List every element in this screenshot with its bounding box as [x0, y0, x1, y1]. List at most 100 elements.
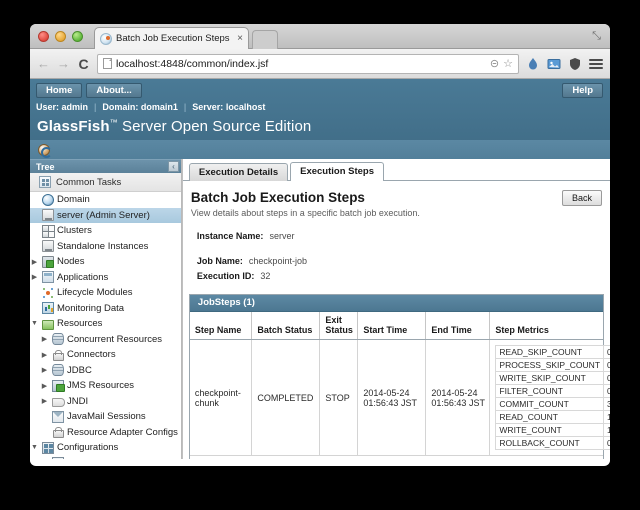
- sidebar-item-domain[interactable]: –Domain: [30, 192, 181, 208]
- chevron-right-icon[interactable]: ▶: [40, 351, 49, 359]
- res-icon: [42, 318, 54, 330]
- address-bar[interactable]: localhost:4848/common/index.jsf ⊝ ☆: [97, 54, 519, 74]
- bookmark-star-icon[interactable]: ☆: [503, 57, 513, 70]
- metric-name: READ_COUNT: [496, 411, 604, 424]
- sidebar-item-resources[interactable]: ▼ Resources: [30, 316, 181, 332]
- conn-icon: [52, 426, 64, 438]
- sidebar-item-nodes[interactable]: ▶Nodes: [30, 254, 181, 270]
- sidebar-item-label: JavaMail Sessions: [67, 411, 146, 422]
- forward-icon[interactable]: →: [57, 56, 70, 71]
- metric-row: READ_COUNT12: [496, 411, 610, 424]
- server-icon: [42, 240, 54, 252]
- metric-value: 0: [604, 359, 610, 372]
- sidebar-item-default-config[interactable]: ▶default-config: [30, 456, 181, 459]
- column-start-time[interactable]: Start Time: [358, 312, 426, 340]
- metric-name: READ_SKIP_COUNT: [496, 346, 604, 359]
- sidebar-item-clusters[interactable]: –Clusters: [30, 223, 181, 239]
- sidebar-item-standalone-instances[interactable]: –Standalone Instances: [30, 239, 181, 255]
- metric-row: PROCESS_SKIP_COUNT0: [496, 359, 610, 372]
- metric-value: 3: [604, 398, 610, 411]
- chevron-right-icon[interactable]: ▶: [40, 397, 49, 405]
- user-label: User:: [36, 102, 59, 112]
- metric-row: ROLLBACK_COUNT0: [496, 437, 610, 450]
- column-exit-status[interactable]: Exit Status: [320, 312, 358, 340]
- browser-tab[interactable]: Batch Job Execution Steps ×: [94, 27, 249, 49]
- nav-home-button[interactable]: Home: [36, 83, 82, 98]
- sidebar-item-configurations[interactable]: ▼Configurations: [30, 440, 181, 456]
- tree-leaf-marker: –: [40, 429, 49, 436]
- reload-icon[interactable]: C: [77, 56, 90, 72]
- column-end-time[interactable]: End Time: [426, 312, 490, 340]
- sidebar-item-label: Common Tasks: [56, 177, 121, 188]
- sidebar-item-label: Resources: [57, 318, 102, 329]
- jobsteps-table: Step Name Batch Status Exit Status Start…: [190, 312, 603, 456]
- sidebar-item-jms-resources[interactable]: ▶JMS Resources: [30, 378, 181, 394]
- sidebar-item-monitoring-data[interactable]: –Monitoring Data: [30, 301, 181, 317]
- chevron-down-icon[interactable]: ▼: [30, 320, 39, 327]
- url-text: localhost:4848/common/index.jsf: [116, 58, 486, 70]
- back-button[interactable]: Back: [562, 190, 602, 206]
- content-split: Tree ‹ Common Tasks –Domain–server (Admi…: [30, 159, 610, 459]
- metric-name: PROCESS_SKIP_COUNT: [496, 359, 604, 372]
- metric-row: WRITE_COUNT12: [496, 424, 610, 437]
- chevron-right-icon[interactable]: ▶: [30, 258, 39, 266]
- column-step-name[interactable]: Step Name: [190, 312, 252, 340]
- close-window-button[interactable]: [38, 31, 49, 42]
- zoom-icon[interactable]: ⊝: [490, 57, 499, 70]
- page-title: Batch Job Execution Steps: [191, 190, 602, 205]
- tree-leaf-marker: –: [40, 413, 49, 420]
- sidebar-item-applications[interactable]: ▶Applications: [30, 270, 181, 286]
- chevron-right-icon[interactable]: ▶: [40, 382, 49, 390]
- chevron-down-icon[interactable]: ▼: [30, 444, 39, 451]
- sidebar-item-lifecycle-modules[interactable]: –Lifecycle Modules: [30, 285, 181, 301]
- help-button[interactable]: Help: [562, 83, 603, 98]
- close-icon[interactable]: ×: [237, 33, 243, 44]
- sidebar-item-label: Concurrent Resources: [67, 334, 162, 345]
- sidebar-item-label: JDBC: [67, 365, 92, 376]
- page-viewport: Home About... Help User: admin | Domain:…: [30, 79, 610, 465]
- tab-execution-details[interactable]: Execution Details: [189, 163, 288, 181]
- main-content-panel: Execution Details Execution Steps Batch …: [183, 159, 610, 459]
- sidebar-item-jndi[interactable]: ▶JNDI: [30, 394, 181, 410]
- tab-execution-steps[interactable]: Execution Steps: [290, 162, 384, 181]
- mail-icon: [52, 411, 64, 423]
- column-step-metrics[interactable]: Step Metrics: [490, 312, 603, 340]
- step-metrics-table: READ_SKIP_COUNT0PROCESS_SKIP_COUNT0 WRITE…: [495, 345, 610, 450]
- masthead-nav: Home About...: [30, 79, 610, 100]
- chevron-right-icon[interactable]: ▶: [30, 273, 39, 281]
- brand-name: GlassFish: [37, 118, 110, 135]
- table-header-row: Step Name Batch Status Exit Status Start…: [190, 312, 603, 340]
- server-label: Server:: [192, 102, 223, 112]
- server-icon: [42, 209, 54, 221]
- expand-icon[interactable]: ⤡: [591, 31, 602, 42]
- sidebar-item-jdbc[interactable]: ▶ JDBC: [30, 363, 181, 379]
- sidebar-item-server-admin-server[interactable]: –server (Admin Server): [30, 208, 181, 224]
- chevron-right-icon[interactable]: ▶: [40, 366, 49, 374]
- sidebar-item-javamail-sessions[interactable]: – JavaMail Sessions: [30, 409, 181, 425]
- image-extension-icon[interactable]: [547, 57, 561, 71]
- sidebar-item-common-tasks[interactable]: Common Tasks: [30, 173, 181, 192]
- nav-about-button[interactable]: About...: [86, 83, 141, 98]
- flame-icon[interactable]: [526, 57, 540, 71]
- column-batch-status[interactable]: Batch Status: [252, 312, 320, 340]
- hamburger-menu-icon[interactable]: [589, 59, 603, 69]
- sidebar-item-label: default-config: [67, 458, 124, 459]
- new-tab-button[interactable]: [252, 30, 278, 49]
- back-icon[interactable]: ←: [37, 56, 50, 71]
- minimize-window-button[interactable]: [55, 31, 66, 42]
- page-description: View details about steps in a specific b…: [191, 208, 602, 218]
- instance-name-value: server: [269, 231, 294, 241]
- tree-leaf-marker: –: [30, 212, 39, 219]
- jobsteps-table-caption: JobSteps (1): [190, 295, 603, 312]
- sidebar-item-connectors[interactable]: ▶Connectors: [30, 347, 181, 363]
- chevron-right-icon[interactable]: ▶: [40, 335, 49, 343]
- collapse-tree-button[interactable]: ‹: [168, 161, 179, 172]
- maximize-window-button[interactable]: [72, 31, 83, 42]
- refresh-icon[interactable]: [38, 144, 50, 156]
- sidebar-item-concurrent-resources[interactable]: ▶ Concurrent Resources: [30, 332, 181, 348]
- session-info-bar: User: admin | Domain: domain1 | Server: …: [30, 100, 610, 115]
- shield-icon[interactable]: [568, 57, 582, 71]
- metric-row: READ_SKIP_COUNT0: [496, 346, 610, 359]
- sidebar-item-resource-adapter-configs[interactable]: –Resource Adapter Configs: [30, 425, 181, 441]
- instance-name-label: Instance Name:: [197, 231, 264, 241]
